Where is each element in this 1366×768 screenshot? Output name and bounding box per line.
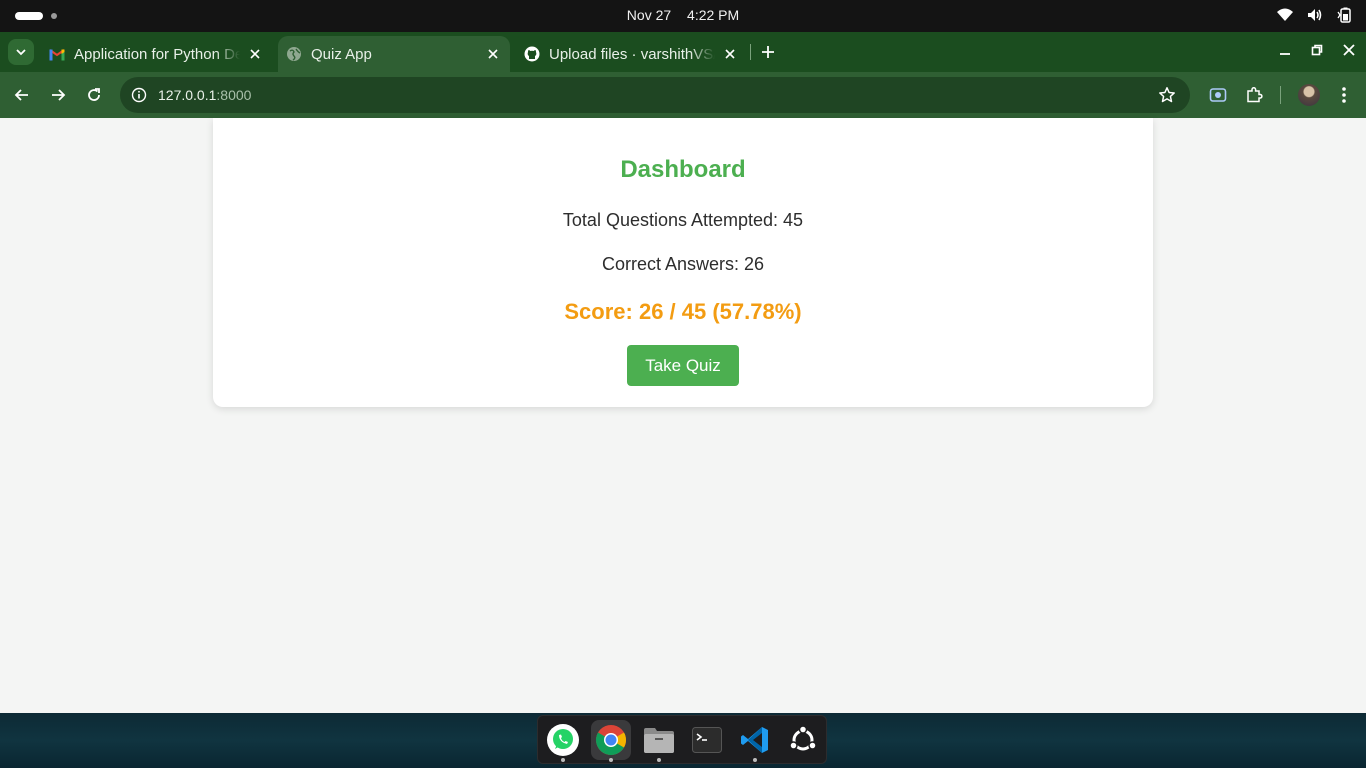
- ubuntu-apps-icon: [789, 725, 817, 751]
- tab-title: Quiz App: [311, 45, 372, 63]
- extensions-button[interactable]: [1243, 84, 1265, 106]
- restore-button[interactable]: [1308, 41, 1326, 59]
- vscode-icon: [741, 727, 768, 753]
- desktop-background: [0, 713, 1366, 768]
- volume-icon: [1306, 6, 1324, 24]
- arrow-left-icon: [14, 89, 28, 101]
- back-button[interactable]: [11, 84, 33, 106]
- tab-title: Upload files · varshithVS/: [549, 45, 715, 63]
- screencast-extension-button[interactable]: [1207, 84, 1229, 106]
- files-icon: [644, 728, 674, 753]
- restore-icon: [1311, 44, 1323, 56]
- dock-files[interactable]: [639, 720, 679, 762]
- system-status-area[interactable]: [1276, 6, 1354, 24]
- minimize-button[interactable]: [1276, 41, 1294, 59]
- dock-whatsapp[interactable]: [543, 720, 583, 762]
- arrow-right-icon: [52, 89, 66, 101]
- clock-date: Nov 27: [626, 7, 672, 23]
- dock-terminal[interactable]: [687, 720, 727, 760]
- dashboard-card: Dashboard Total Questions Attempted: 45 …: [213, 118, 1153, 407]
- dock-vscode[interactable]: [735, 720, 775, 762]
- dock-show-apps[interactable]: [783, 720, 823, 760]
- puzzle-icon: [1247, 86, 1263, 103]
- profile-avatar[interactable]: [1298, 84, 1320, 106]
- chrome-icon: [595, 725, 626, 756]
- url-port: :8000: [216, 87, 252, 103]
- url-host: 127.0.0.1: [158, 87, 217, 103]
- page-viewport: Dashboard Total Questions Attempted: 45 …: [0, 118, 1366, 713]
- system-top-bar: Nov 27 4:22 PM: [0, 0, 1366, 32]
- running-indicator: [657, 758, 661, 762]
- globe-icon: [286, 46, 302, 62]
- tab-search-button[interactable]: [8, 39, 34, 65]
- clock[interactable]: Nov 27 4:22 PM: [0, 0, 1366, 32]
- take-quiz-button[interactable]: Take Quiz: [627, 345, 739, 386]
- gmail-icon: [49, 46, 65, 62]
- bookmark-star-icon[interactable]: [1158, 86, 1176, 104]
- close-icon[interactable]: [721, 45, 739, 63]
- site-info-icon[interactable]: [130, 86, 148, 104]
- running-indicator: [609, 758, 613, 762]
- reload-icon: [88, 88, 100, 101]
- dock-chrome[interactable]: [591, 720, 631, 762]
- tab-gmail[interactable]: Application for Python Developer: [40, 36, 276, 72]
- total-questions-attempted: Total Questions Attempted: 45: [562, 210, 804, 230]
- minimize-icon: [1280, 53, 1290, 55]
- window-controls: [1276, 41, 1358, 59]
- toolbar-divider: [1280, 86, 1281, 104]
- wifi-icon: [1276, 6, 1294, 24]
- running-indicator: [561, 758, 565, 762]
- tab-github-upload[interactable]: Upload files · varshithVS/: [515, 36, 747, 72]
- page-title: Dashboard: [620, 156, 746, 183]
- url-text: 127.0.0.1:8000: [158, 77, 251, 113]
- more-vertical-icon: [1342, 87, 1346, 103]
- tab-title: Application for Python Developer: [74, 45, 240, 63]
- close-icon[interactable]: [246, 45, 264, 63]
- chrome-menu-button[interactable]: [1333, 84, 1355, 106]
- address-bar[interactable]: 127.0.0.1:8000: [120, 77, 1190, 113]
- battery-icon: [1336, 6, 1354, 24]
- chevron-down-icon: [16, 49, 26, 56]
- screen-capture-icon: [1209, 88, 1227, 102]
- plus-icon: [762, 46, 774, 58]
- reload-button[interactable]: [83, 84, 105, 106]
- forward-button[interactable]: [47, 84, 69, 106]
- github-icon: [524, 46, 540, 62]
- dock: [537, 715, 827, 764]
- tab-separator: [750, 44, 751, 60]
- clock-time: 4:22 PM: [687, 7, 740, 23]
- close-icon[interactable]: [484, 45, 502, 63]
- close-window-button[interactable]: [1340, 41, 1358, 59]
- close-icon: [1343, 44, 1355, 56]
- whatsapp-icon: [547, 724, 579, 756]
- browser-toolbar: 127.0.0.1:8000: [0, 72, 1366, 118]
- score-summary: Score: 26 / 45 (57.78%): [564, 299, 802, 324]
- running-indicator: [753, 758, 757, 762]
- correct-answers: Correct Answers: 26: [601, 254, 765, 274]
- new-tab-button[interactable]: [758, 42, 778, 62]
- terminal-icon: [692, 727, 722, 753]
- tab-quiz-app[interactable]: Quiz App: [278, 36, 510, 72]
